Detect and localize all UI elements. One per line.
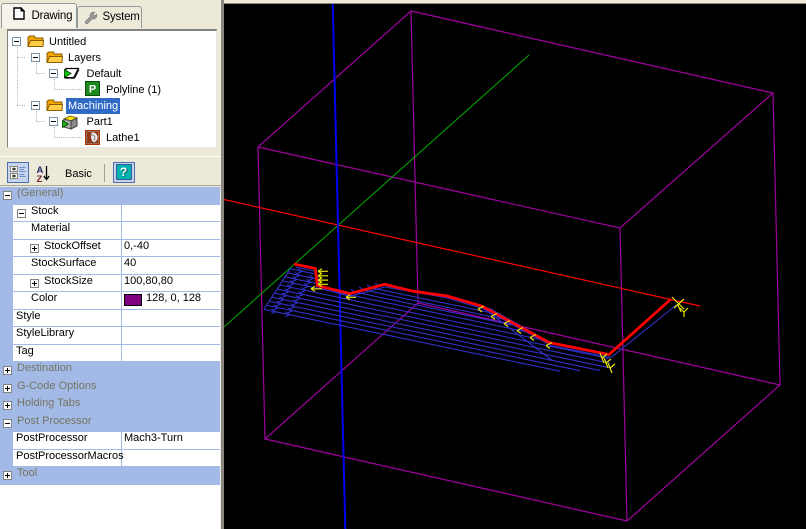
svg-text:Z: Z [37,174,43,185]
svg-text:?: ? [120,165,127,179]
svg-text:P: P [89,84,96,96]
